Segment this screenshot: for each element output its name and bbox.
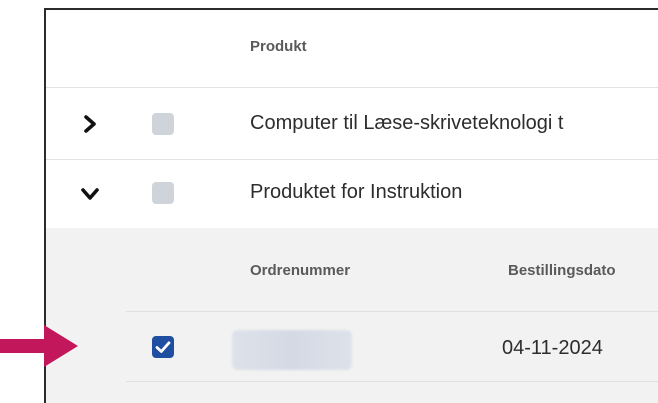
- pointer-arrow-icon: [0, 325, 78, 367]
- table-row: Computer til Læse-skriveteknologi t: [46, 88, 658, 160]
- order-number-redacted: [232, 330, 352, 370]
- product-name: Computer til Læse-skriveteknologi t: [250, 112, 564, 134]
- order-date: 04-11-2024: [502, 337, 603, 359]
- column-header-order-number: Ordrenummer: [250, 262, 351, 279]
- screenshot-stage: Produkt Computer til Læse-skriveteknolog…: [0, 0, 658, 403]
- product-name: Produktet for Instruktion: [250, 181, 463, 203]
- column-header-product: Produkt: [250, 38, 307, 55]
- chevron-down-icon[interactable]: [80, 184, 100, 204]
- checkmark-icon: [155, 341, 171, 353]
- order-checkbox-checked[interactable]: [152, 336, 174, 358]
- order-subtable: Ordrenummer Bestillingsdato 04-11-2024: [46, 228, 658, 403]
- row-checkbox[interactable]: [152, 182, 174, 204]
- chevron-right-icon[interactable]: [80, 114, 100, 134]
- table-header: Produkt: [46, 10, 658, 88]
- product-table: Produkt Computer til Læse-skriveteknolog…: [44, 8, 658, 403]
- order-row: 04-11-2024: [126, 312, 658, 382]
- row-checkbox[interactable]: [152, 113, 174, 135]
- subtable-header: Ordrenummer Bestillingsdato: [126, 228, 658, 312]
- column-header-order-date: Bestillingsdato: [508, 262, 616, 279]
- table-row: Produktet for Instruktion: [46, 160, 658, 232]
